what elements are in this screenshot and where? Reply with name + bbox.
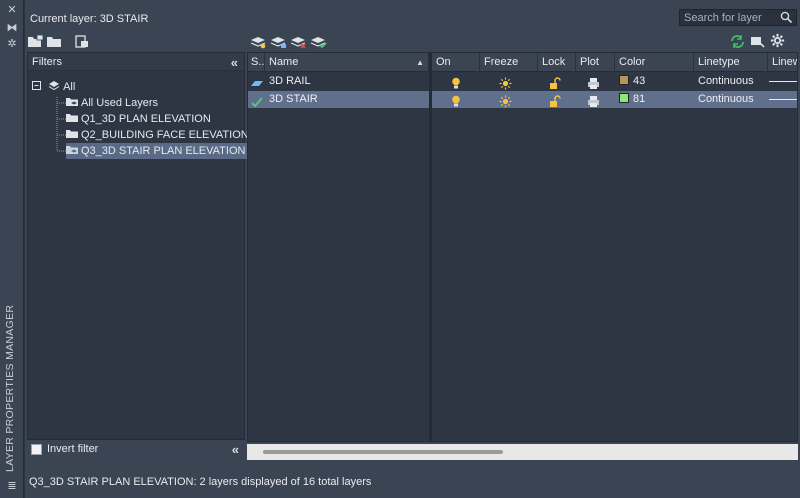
search-icon[interactable] — [780, 11, 793, 24]
unlock-icon[interactable] — [549, 75, 561, 92]
linetype-cell[interactable]: Continuous — [698, 73, 766, 90]
layer-grid: S... Name ▲ On Freeze Lock Plot Color Li… — [247, 52, 798, 442]
color-value: 81 — [633, 93, 646, 105]
scrollbar-thumb[interactable] — [263, 450, 503, 454]
current-layer-label: Current layer: 3D STAIR — [30, 13, 149, 25]
set-current-icon[interactable] — [310, 34, 327, 49]
search-box[interactable] — [679, 9, 797, 26]
delete-layer-icon[interactable] — [290, 34, 307, 49]
palette-strip: ✕ ⧓ ✲ LAYER PROPERTIES MANAGER ≣ — [0, 0, 24, 498]
invert-filter-label: Invert filter — [47, 443, 99, 455]
layer-states-manager-icon[interactable] — [73, 34, 90, 49]
autohide-icon[interactable]: ⧓ — [6, 22, 18, 34]
lightbulb-on-icon[interactable] — [451, 75, 461, 92]
col-lock[interactable]: Lock — [538, 53, 576, 72]
grid-header: S... Name ▲ On Freeze Lock Plot Color Li… — [248, 53, 797, 72]
filter-label: Q1_3D PLAN ELEVATION — [81, 113, 211, 125]
search-input[interactable] — [680, 10, 776, 26]
close-icon[interactable]: ✕ — [6, 4, 18, 16]
status-bar-text: Q3_3D STAIR PLAN ELEVATION: 2 layers dis… — [29, 476, 372, 488]
new-layer-vp-frozen-icon[interactable] — [270, 34, 287, 49]
linetype-cell[interactable]: Continuous — [698, 91, 766, 108]
color-swatch — [619, 75, 629, 85]
current-layer-check-icon — [251, 97, 263, 108]
lightbulb-on-icon[interactable] — [451, 93, 461, 110]
layer-name[interactable]: 3D STAIR — [269, 91, 427, 108]
table-row[interactable]: 3D RAIL 43 Continuous — [248, 73, 797, 92]
filter-item-q3[interactable]: Q3_3D STAIR PLAN ELEVATION — [66, 143, 249, 159]
col-name[interactable]: Name ▲ — [265, 53, 429, 72]
unlock-icon[interactable] — [549, 93, 561, 110]
color-swatch — [619, 93, 629, 103]
sun-icon[interactable] — [499, 93, 512, 110]
filter-label: All Used Layers — [81, 97, 159, 109]
layer-settings-icon[interactable] — [749, 34, 766, 49]
horizontal-scrollbar[interactable] — [247, 444, 798, 460]
table-row[interactable]: 3D STAIR 81 Continuous — [248, 91, 797, 110]
col-color[interactable]: Color — [615, 53, 694, 72]
color-value: 43 — [633, 75, 646, 87]
filter-item-q1[interactable]: Q1_3D PLAN ELEVATION — [66, 111, 214, 127]
lineweight-line[interactable] — [769, 81, 797, 82]
sun-icon[interactable] — [499, 75, 512, 92]
gear-icon[interactable] — [769, 33, 786, 48]
invert-filter-row: Invert filter « — [27, 441, 245, 459]
color-cell[interactable]: 43 — [619, 73, 689, 90]
invert-filter-checkbox[interactable] — [31, 444, 42, 455]
col-name-label: Name — [269, 56, 299, 68]
layer-name[interactable]: 3D RAIL — [269, 73, 427, 90]
properties-gear-icon[interactable]: ✲ — [6, 38, 18, 50]
filter-item-all[interactable]: All — [32, 79, 78, 95]
color-cell[interactable]: 81 — [619, 91, 689, 108]
new-layer-icon[interactable] — [250, 34, 267, 49]
filter-label: Q3_3D STAIR PLAN ELEVATION — [81, 145, 246, 157]
filter-item-all-used[interactable]: All Used Layers — [66, 95, 161, 111]
col-plot[interactable]: Plot — [576, 53, 615, 72]
new-property-filter-icon[interactable] — [27, 34, 44, 49]
grid-splitter[interactable] — [429, 53, 432, 441]
col-status[interactable]: S... — [248, 53, 265, 72]
layer-manager-icon: ≣ — [7, 480, 17, 492]
col-lineweight[interactable]: Linew — [768, 53, 797, 72]
printer-icon[interactable] — [587, 75, 600, 92]
col-on[interactable]: On — [432, 53, 480, 72]
filter-label: All — [63, 81, 76, 93]
layer-properties-manager: Current layer: 3D STAIR Search for layer… — [25, 0, 800, 498]
filters-pane: Filters « All All Used Layers Q1_3D PLAN… — [27, 52, 249, 440]
palette-title: LAYER PROPERTIES MANAGER — [4, 304, 16, 472]
tree-lines — [56, 97, 66, 152]
collapse-tree-icon[interactable] — [32, 80, 42, 91]
layers-icon — [48, 80, 60, 91]
col-freeze[interactable]: Freeze — [480, 53, 538, 72]
collapse-filters-bottom-icon[interactable]: « — [232, 442, 239, 457]
col-linetype[interactable]: Linetype — [694, 53, 768, 72]
lineweight-line[interactable] — [769, 99, 797, 100]
new-group-filter-icon[interactable] — [46, 34, 63, 49]
printer-icon[interactable] — [587, 93, 600, 110]
filter-item-q2[interactable]: Q2_BUILDING FACE ELEVATION — [66, 127, 252, 143]
collapse-filters-icon[interactable]: « — [231, 55, 238, 70]
sort-ascending-icon: ▲ — [416, 58, 424, 67]
filter-label: Q2_BUILDING FACE ELEVATION — [81, 129, 249, 141]
filters-header: Filters — [28, 53, 244, 71]
refresh-icon[interactable] — [729, 34, 746, 49]
